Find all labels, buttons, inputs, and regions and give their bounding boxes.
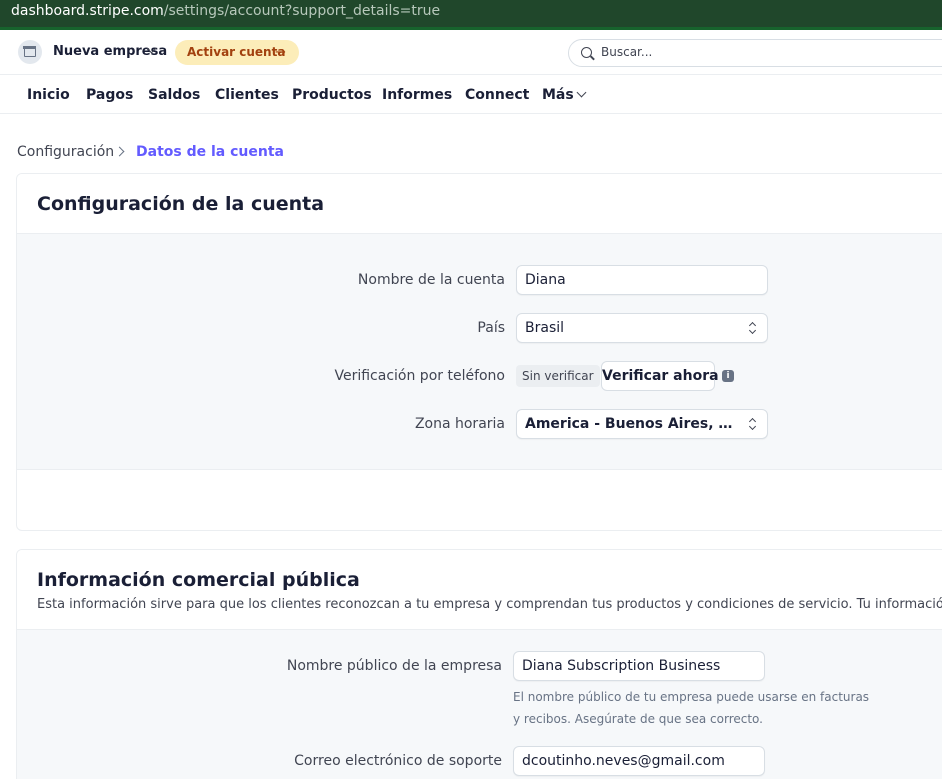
url-host: dashboard.stripe.com bbox=[11, 3, 164, 19]
phone-verification-label: Verificación por teléfono bbox=[334, 368, 505, 384]
country-label: País bbox=[477, 320, 505, 336]
verify-now-button[interactable]: Verificar ahora bbox=[601, 361, 719, 391]
status-badge: Sin verificar bbox=[516, 365, 600, 387]
store-glyph bbox=[23, 46, 36, 57]
card-body: Nombre de la cuenta Diana País Brasil Ve… bbox=[17, 234, 942, 470]
account-settings-card: Configuración de la cuenta Nombre de la … bbox=[16, 173, 942, 531]
timezone-select[interactable]: America - Buenos Aires, Argentina bbox=[516, 409, 768, 439]
chevron-right-icon bbox=[114, 146, 125, 157]
support-email-field[interactable]: dcoutinho.neves@gmail.com bbox=[513, 746, 765, 776]
business-name-value: Diana Subscription Business bbox=[522, 658, 721, 674]
account-settings-title: Configuración de la cuenta bbox=[37, 193, 325, 215]
public-business-info-card: Información comercial pública Esta infor… bbox=[16, 549, 942, 779]
search-input[interactable] bbox=[601, 45, 901, 59]
select-arrows-icon bbox=[748, 321, 758, 335]
breadcrumb-current: Datos de la cuenta bbox=[136, 144, 284, 160]
search-bar[interactable] bbox=[568, 39, 942, 67]
select-arrows-icon bbox=[748, 417, 758, 431]
info-icon[interactable]: i bbox=[722, 370, 734, 382]
nav-item-pagos[interactable]: Pagos bbox=[86, 87, 133, 103]
business-name-help: El nombre público de tu empresa puede us… bbox=[513, 686, 869, 730]
nav-item-mas[interactable]: Más bbox=[542, 87, 574, 103]
url-text[interactable]: dashboard.stripe.com/settings/account?su… bbox=[11, 2, 440, 20]
main-nav: Inicio Pagos Saldos Clientes Productos I… bbox=[0, 74, 942, 114]
public-info-subtitle: Esta información sirve para que los clie… bbox=[37, 597, 942, 612]
help-line-1: El nombre público de tu empresa puede us… bbox=[513, 690, 870, 704]
card-body: Nombre público de la empresa Diana Subsc… bbox=[17, 630, 942, 779]
nav-item-saldos[interactable]: Saldos bbox=[148, 87, 200, 103]
account-name-value: Diana bbox=[525, 272, 566, 288]
card-header: Información comercial pública Esta infor… bbox=[17, 550, 942, 630]
url-path: /settings/account?support_details=true bbox=[163, 3, 441, 19]
arrow-right-icon: → bbox=[275, 45, 286, 60]
card-header: Configuración de la cuenta bbox=[17, 174, 942, 234]
help-line-2: y recibos. Asegúrate de que sea correcto… bbox=[513, 712, 763, 726]
nav-item-connect[interactable]: Connect bbox=[465, 87, 529, 103]
nav-item-informes[interactable]: Informes bbox=[382, 87, 452, 103]
chevron-down-icon[interactable] bbox=[576, 87, 587, 98]
country-select[interactable]: Brasil bbox=[516, 313, 768, 343]
country-value: Brasil bbox=[525, 320, 565, 336]
timezone-label: Zona horaria bbox=[414, 416, 505, 432]
account-name-field[interactable]: Diana bbox=[516, 265, 768, 295]
nav-item-inicio[interactable]: Inicio bbox=[27, 87, 70, 103]
public-info-title: Información comercial pública bbox=[37, 569, 360, 591]
breadcrumb-configuracion[interactable]: Configuración bbox=[17, 144, 114, 160]
support-email-label: Correo electrónico de soporte bbox=[294, 753, 502, 769]
top-bar: Nueva empresa Activar cuenta → bbox=[0, 30, 942, 74]
business-name-field[interactable]: Diana Subscription Business bbox=[513, 651, 765, 681]
browser-address-bar[interactable]: dashboard.stripe.com/settings/account?su… bbox=[0, 0, 942, 30]
nav-item-productos[interactable]: Productos bbox=[292, 87, 372, 103]
support-email-value: dcoutinho.neves@gmail.com bbox=[522, 753, 725, 769]
timezone-value: America - Buenos Aires, Argentina bbox=[525, 416, 741, 432]
activate-account-label: Activar cuenta bbox=[187, 45, 286, 59]
store-icon[interactable] bbox=[18, 40, 42, 64]
activate-account-button[interactable]: Activar cuenta → bbox=[175, 40, 299, 65]
account-name-label: Nombre de la cuenta bbox=[357, 272, 505, 288]
search-icon bbox=[581, 47, 592, 58]
business-name-label: Nombre público de la empresa bbox=[286, 658, 502, 674]
nav-item-clientes[interactable]: Clientes bbox=[215, 87, 279, 103]
